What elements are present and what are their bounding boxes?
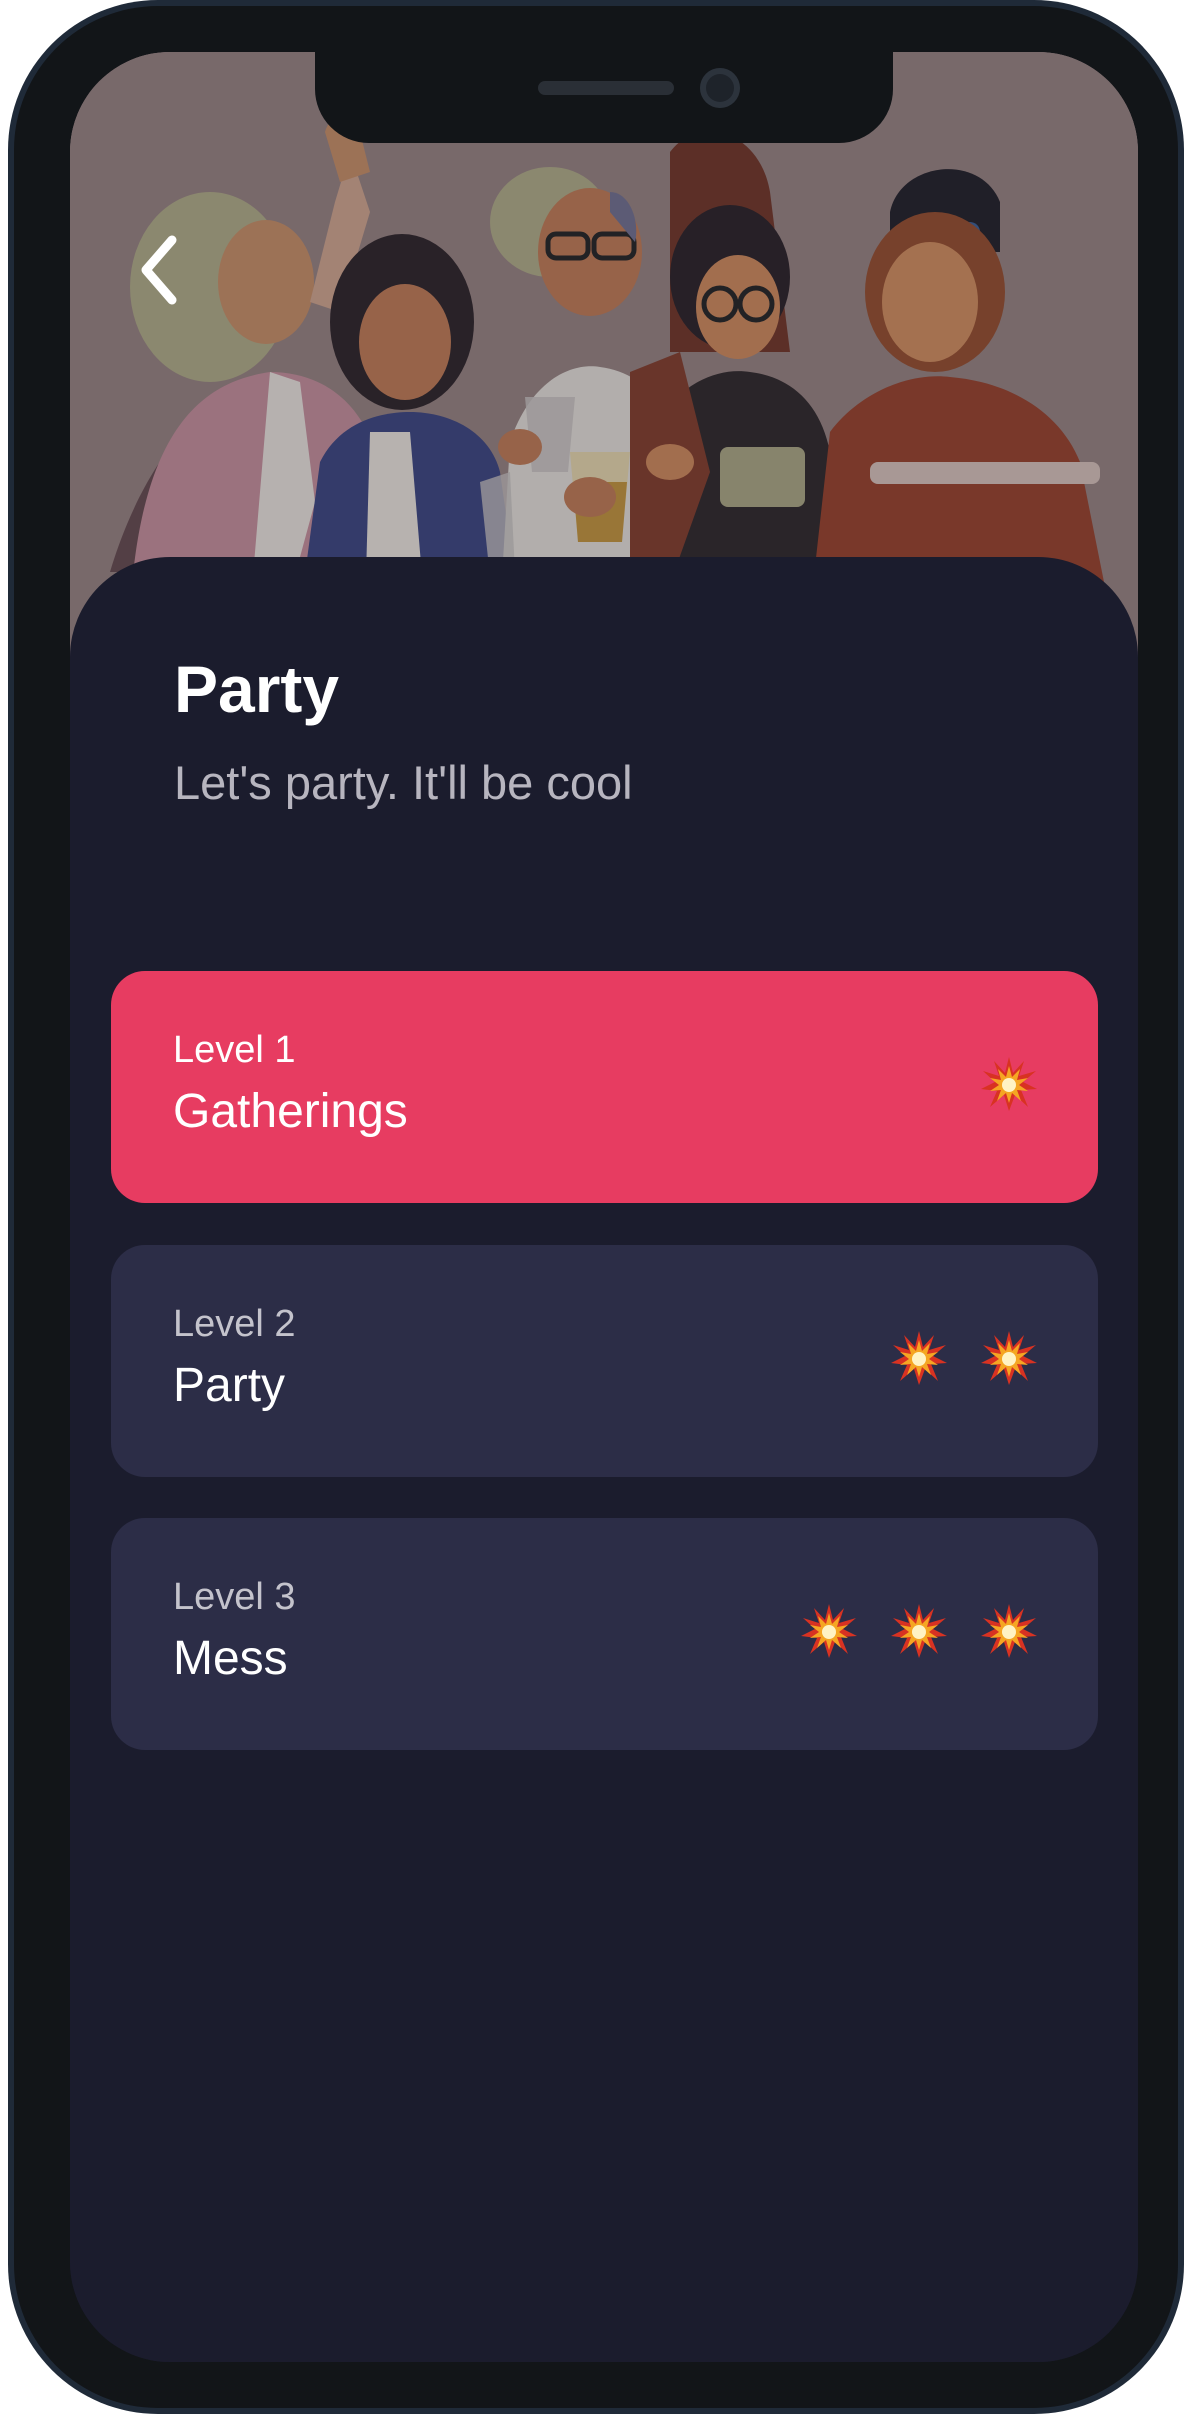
intensity-rating (800, 1602, 1038, 1660)
collision-icon (891, 1331, 947, 1385)
level-card-3[interactable]: Level 3 Mess (111, 1518, 1098, 1750)
collision-icon (981, 1331, 1037, 1385)
page-title: Party (174, 652, 340, 726)
content-sheet: Party Let's party. It'll be cool Level 1… (70, 557, 1138, 2362)
speaker-grille (538, 81, 674, 95)
collision-icon (891, 1604, 947, 1658)
page-subtitle: Let's party. It'll be cool (174, 756, 633, 809)
level-name: Mess (173, 1632, 288, 1685)
level-name: Party (173, 1359, 286, 1412)
level-card-1[interactable]: Level 1 Gatherings (111, 971, 1098, 1203)
collision-icon (801, 1604, 857, 1658)
collision-icon (981, 1057, 1037, 1111)
screen: Party Let's party. It'll be cool Level 1… (70, 52, 1138, 2362)
level-label: Level 1 (173, 1029, 296, 1071)
level-label: Level 3 (173, 1576, 296, 1618)
level-card-2[interactable]: Level 2 Party (111, 1245, 1098, 1477)
notch (315, 52, 893, 143)
chevron-left-icon (141, 235, 177, 305)
collision-icon (981, 1604, 1037, 1658)
back-button[interactable] (130, 230, 190, 310)
level-label: Level 2 (173, 1303, 296, 1345)
phone-frame: Party Let's party. It'll be cool Level 1… (8, 0, 1184, 2414)
front-camera (700, 68, 740, 108)
intensity-rating (890, 1329, 1038, 1387)
level-name: Gatherings (173, 1085, 408, 1138)
intensity-rating (980, 1055, 1038, 1113)
